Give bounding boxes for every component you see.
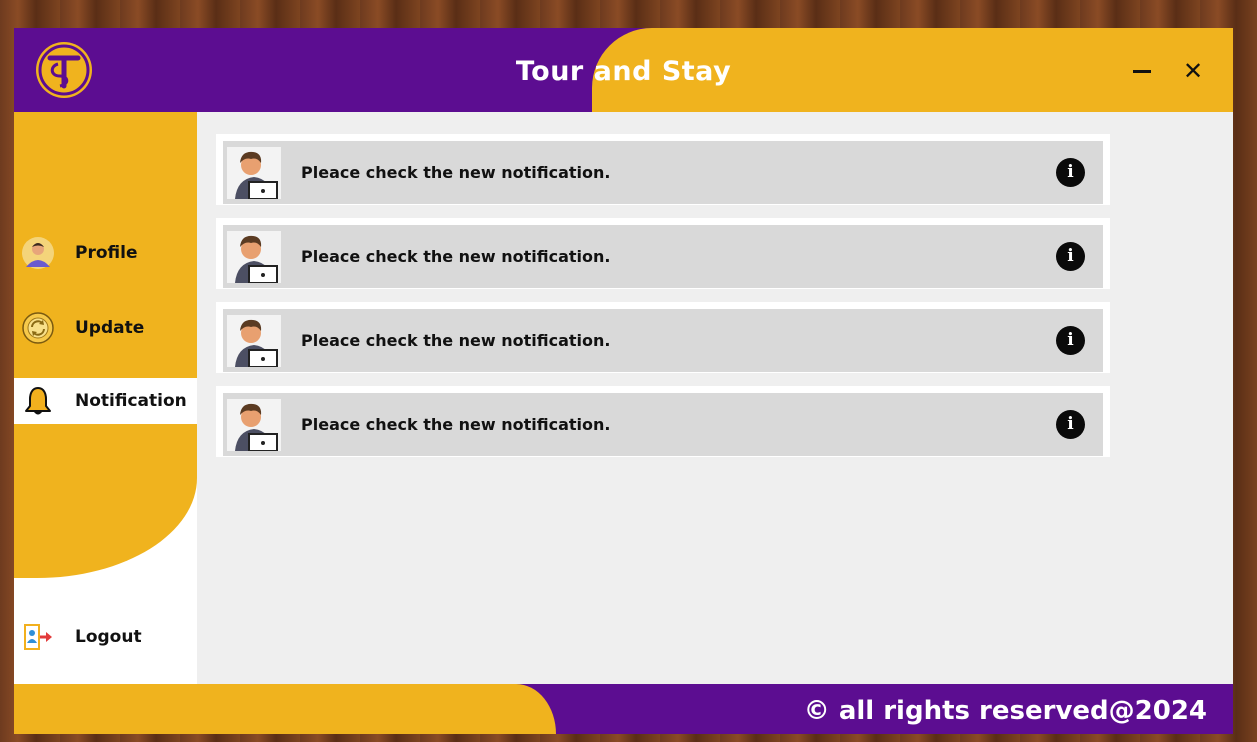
notification-row[interactable]: Pleace check the new notification. i (223, 393, 1103, 456)
user-laptop-icon (227, 399, 281, 452)
notification-message: Pleace check the new notification. (301, 331, 611, 350)
info-icon[interactable]: i (1056, 158, 1085, 187)
info-icon[interactable]: i (1056, 242, 1085, 271)
minimize-button[interactable] (1127, 56, 1157, 86)
sidebar-item-label: Profile (75, 243, 138, 263)
sidebar-item-label: Logout (75, 627, 142, 647)
notification-row[interactable]: Pleace check the new notification. i (223, 309, 1103, 372)
notification-item: Pleace check the new notification. i (216, 386, 1110, 457)
header-bar: Tour and Stay ✕ (14, 28, 1233, 112)
app-title-part2: d Stay (632, 56, 732, 87)
app-title-part1: Tour an (515, 56, 633, 87)
sidebar-item-notification[interactable]: Notification (14, 378, 197, 424)
bell-icon (22, 385, 54, 417)
user-laptop-icon (227, 147, 281, 200)
sidebar: Profile Update Notification Logout (14, 112, 197, 684)
app-title: Tour and Stay (14, 28, 1233, 112)
logout-icon (22, 621, 54, 653)
footer-accent-shape (14, 684, 556, 734)
sidebar-item-label: Notification (75, 391, 187, 411)
close-button[interactable]: ✕ (1178, 56, 1208, 86)
minimize-icon (1133, 70, 1151, 73)
user-laptop-icon (227, 231, 281, 284)
notification-row[interactable]: Pleace check the new notification. i (223, 225, 1103, 288)
app-window: Tour and Stay ✕ Profile Update Notificat… (14, 28, 1233, 734)
notification-item: Pleace check the new notification. i (216, 302, 1110, 373)
refresh-icon (22, 312, 54, 344)
notification-row[interactable]: Pleace check the new notification. i (223, 141, 1103, 204)
notification-message: Pleace check the new notification. (301, 415, 611, 434)
copyright-text: © all rights reserved@2024 (803, 696, 1207, 726)
notification-item: Pleace check the new notification. i (216, 134, 1110, 205)
info-icon[interactable]: i (1056, 326, 1085, 355)
sidebar-item-update[interactable]: Update (14, 305, 197, 351)
notification-message: Pleace check the new notification. (301, 163, 611, 182)
sidebar-item-logout[interactable]: Logout (14, 614, 197, 660)
info-icon[interactable]: i (1056, 410, 1085, 439)
notification-item: Pleace check the new notification. i (216, 218, 1110, 289)
profile-avatar-icon (22, 237, 54, 269)
notification-message: Pleace check the new notification. (301, 247, 611, 266)
sidebar-item-profile[interactable]: Profile (14, 230, 197, 276)
notification-panel: Pleace check the new notification. i Ple… (197, 112, 1233, 684)
footer-bar: © all rights reserved@2024 (14, 684, 1233, 734)
user-laptop-icon (227, 315, 281, 368)
sidebar-item-label: Update (75, 318, 145, 338)
